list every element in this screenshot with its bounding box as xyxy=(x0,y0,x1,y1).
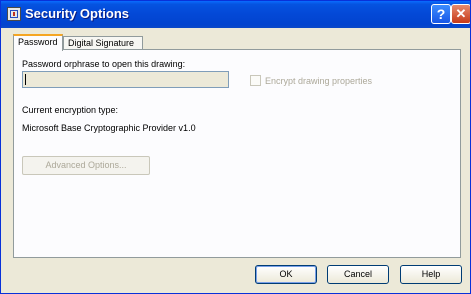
close-button[interactable]: ✕ xyxy=(451,4,470,24)
password-label: Password orphrase to open this drawing: xyxy=(22,59,186,69)
security-options-dialog: Security Options ? ✕ Password Digital Si… xyxy=(0,0,471,294)
app-icon xyxy=(7,7,21,21)
help-title-button[interactable]: ? xyxy=(431,4,451,24)
encryption-type-value: Microsoft Base Cryptographic Provider v1… xyxy=(22,123,196,133)
password-input[interactable] xyxy=(22,71,229,88)
encrypt-properties-label: Encrypt drawing properties xyxy=(265,76,373,86)
encrypt-properties-checkbox[interactable] xyxy=(250,75,261,86)
encryption-type-label: Current encryption type: xyxy=(22,105,119,115)
tab-digital-signature[interactable]: Digital Signature xyxy=(63,36,143,50)
text-caret xyxy=(25,74,26,85)
help-button[interactable]: Help xyxy=(400,265,462,284)
title-bar[interactable]: Security Options ? ✕ xyxy=(1,1,470,28)
ok-button[interactable]: OK xyxy=(255,265,317,284)
tab-password[interactable]: Password xyxy=(13,34,63,51)
cancel-button[interactable]: Cancel xyxy=(327,265,389,284)
password-tab-panel: Password orphrase to open this drawing: … xyxy=(13,49,461,258)
advanced-options-button[interactable]: Advanced Options... xyxy=(22,156,150,175)
window-title: Security Options xyxy=(25,6,130,21)
